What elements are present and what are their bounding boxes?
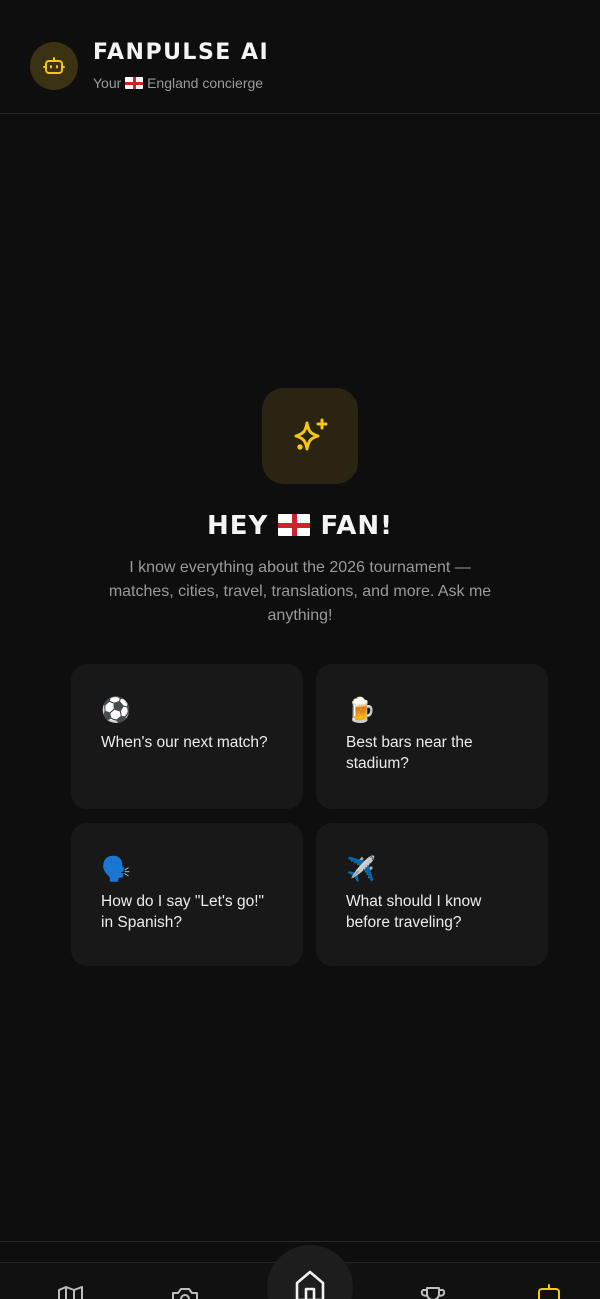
app-screen: FANPULSE AI Your England concierge HEY F… [0,0,600,1299]
england-flag-icon [278,514,311,536]
app-title: FANPULSE AI [93,40,270,65]
home-button[interactable] [267,1245,353,1299]
soccer-ball-icon: ⚽ [101,697,131,724]
bot-avatar [30,42,78,90]
suggestion-label: What should I know before traveling? [346,893,482,931]
airplane-icon: ✈️ [346,856,376,883]
suggestion-card-bars[interactable]: 🍺 Best bars near the stadium? [316,664,548,809]
suggestion-label: Best bars near the stadium? [346,734,473,772]
suggestion-card-next-match[interactable]: ⚽ When's our next match? [71,664,303,809]
hero-title-prefix: HEY [206,511,269,541]
hero-title-suffix: FAN! [320,511,393,541]
beer-mug-icon: 🍺 [346,697,376,724]
hero-title: HEY FAN! [0,511,600,541]
subtitle-suffix: England concierge [147,75,264,91]
suggestion-card-travel[interactable]: ✈️ What should I know before traveling? [316,823,548,966]
suggestion-label: When's our next match? [101,734,268,751]
suggestion-label: How do I say "Let's go!" in Spanish? [101,893,265,931]
sparkles-icon [294,418,328,451]
home-icon [295,1270,325,1299]
bot-icon [43,57,65,74]
map-icon[interactable] [56,1284,86,1299]
trophy-icon[interactable] [418,1284,448,1299]
header: FANPULSE AI Your England concierge [0,0,600,114]
suggestion-card-translate[interactable]: 🗣️ How do I say "Let's go!" in Spanish? [71,823,303,966]
subtitle-prefix: Your [93,75,122,91]
divider [0,1241,600,1242]
speaking-head-icon: 🗣️ [101,856,131,883]
hero-description: I know everything about the 2026 tournam… [108,559,492,624]
england-flag-icon [125,77,144,89]
app-subtitle: Your England concierge [93,75,263,91]
sparkles-badge [262,388,358,484]
bot-icon[interactable] [534,1284,564,1299]
camera-icon[interactable] [170,1284,200,1299]
